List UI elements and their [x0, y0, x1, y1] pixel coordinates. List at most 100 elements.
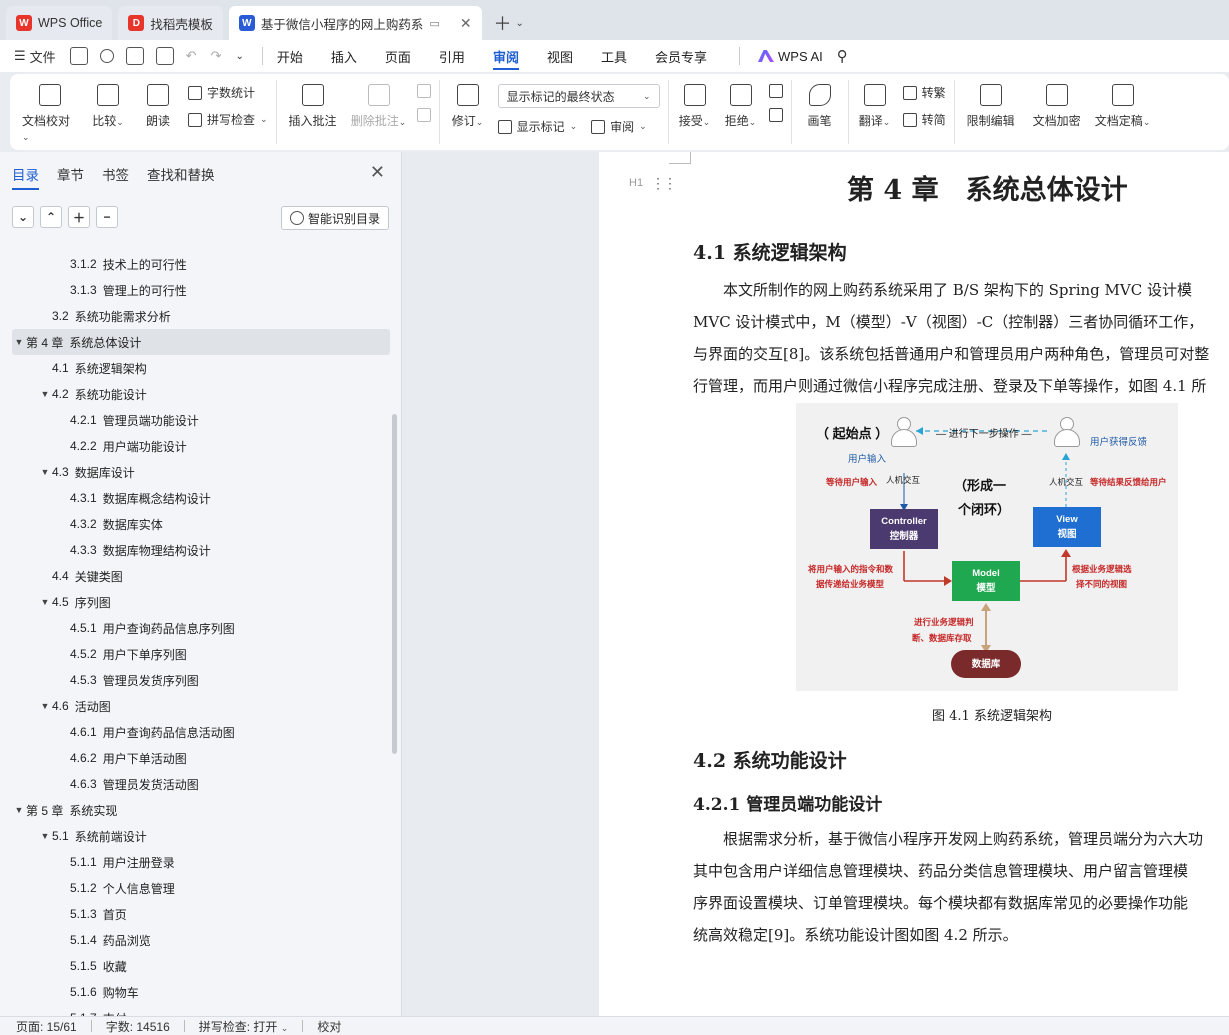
tab-home[interactable]: 开始	[277, 40, 303, 72]
word-count-button[interactable]: 字数统计	[188, 84, 268, 101]
tab-page[interactable]: 页面	[385, 40, 411, 72]
controller-node[interactable]: Controller 控制器	[870, 509, 938, 549]
model-node[interactable]: Model 模型	[952, 561, 1020, 601]
prev-change-button[interactable]	[768, 84, 783, 98]
tab-document[interactable]: W 基于微信小程序的网上购药系 ▭ ✕	[228, 6, 482, 40]
toc-item[interactable]: 4.3.2 数据库实体	[12, 511, 390, 537]
toc-item[interactable]: 4.2.1 管理员端功能设计	[12, 407, 390, 433]
page-indicator[interactable]: 页面: 15/61	[16, 1018, 77, 1035]
toc-item[interactable]: 5.1.4 药品浏览	[12, 927, 390, 953]
toc-item[interactable]: 5.1.1 用户注册登录	[12, 849, 390, 875]
toc-item[interactable]: ▼ 4.3 数据库设计	[12, 459, 390, 485]
tab-member[interactable]: 会员专享	[655, 40, 707, 72]
toc-item[interactable]: 4.6.2 用户下单活动图	[12, 745, 390, 771]
plus-icon[interactable]: ＋	[68, 206, 90, 228]
print-preview-icon[interactable]	[155, 47, 174, 65]
prev-comment-button[interactable]	[416, 84, 431, 98]
document-page[interactable]: H1 ⋮⋮ 第 4 章 系统总体设计 4.1 系统逻辑架构 本文所制作的网上购药…	[599, 152, 1229, 1016]
toc-item[interactable]: 3.2 系统功能需求分析	[12, 303, 390, 329]
spell-check-indicator[interactable]: 拼写检查: 打开 ⌄	[199, 1018, 289, 1035]
toc-item[interactable]: 5.1.5 收藏	[12, 953, 390, 979]
encrypt-button[interactable]: 文档加密	[1029, 80, 1085, 129]
doc-check-button[interactable]: 文档校对 ⌄	[22, 80, 78, 143]
expand-triangle-icon[interactable]: ▼	[38, 701, 52, 711]
share-icon[interactable]	[99, 49, 114, 63]
toc-item[interactable]: 5.1.6 购物车	[12, 979, 390, 1005]
database-node[interactable]: 数据库	[951, 650, 1021, 678]
toc-item[interactable]: 4.4 关键类图	[12, 563, 390, 589]
insert-comment-button[interactable]: 插入批注	[285, 80, 341, 129]
compare-button[interactable]: 比较⌄	[88, 80, 128, 129]
document-canvas[interactable]: H1 ⋮⋮ 第 4 章 系统总体设计 4.1 系统逻辑架构 本文所制作的网上购药…	[403, 152, 1229, 1016]
reject-button[interactable]: 拒绝⌄	[723, 80, 759, 129]
expand-triangle-icon[interactable]: ▼	[12, 805, 26, 815]
wps-ai-button[interactable]: WPS AI	[758, 49, 823, 64]
smart-toc-button[interactable]: 智能识别目录	[280, 206, 389, 230]
toc-item[interactable]: 4.6.3 管理员发货活动图	[12, 771, 390, 797]
to-simplified-button[interactable]: 转简	[902, 111, 946, 128]
revise-button[interactable]: 修订⌄	[448, 80, 488, 129]
chevron-down-icon[interactable]: ⌄	[235, 51, 243, 62]
minus-icon[interactable]: −	[96, 206, 118, 228]
chevron-down-icon[interactable]: ⌄	[12, 206, 34, 228]
drag-handle-icon[interactable]: ⋮⋮	[651, 176, 677, 192]
toc-item[interactable]: 3.1.3 管理上的可行性	[12, 277, 390, 303]
chevron-up-icon[interactable]: ⌃	[40, 206, 62, 228]
redo-icon[interactable]: ↷	[211, 48, 222, 64]
figure-logic-architecture[interactable]: （ 起始点 ） — 进行下一步操作 — 用户获得反馈 用户输入 等待用户输入 人…	[796, 403, 1178, 691]
tab-reference[interactable]: 引用	[439, 40, 465, 72]
word-count-indicator[interactable]: 字数: 14516	[106, 1018, 170, 1035]
show-markup-button[interactable]: 显示标记 ⌄	[497, 118, 577, 135]
view-node[interactable]: View 视图	[1033, 507, 1101, 547]
heading-marker-icon[interactable]: H1	[629, 177, 643, 189]
delete-comment-button[interactable]: 删除批注⌄	[351, 80, 407, 129]
file-menu[interactable]: ☰ 文件	[14, 47, 56, 66]
toc-item[interactable]: 4.6.1 用户查询药品信息活动图	[12, 719, 390, 745]
undo-icon[interactable]: ↶	[186, 48, 197, 64]
expand-triangle-icon[interactable]: ▼	[38, 389, 52, 399]
toc-item[interactable]: 5.1.3 首页	[12, 901, 390, 927]
tab-chapter[interactable]: 章节	[57, 164, 84, 184]
toc-item[interactable]: ▼ 第 5 章系统实现	[12, 797, 390, 823]
search-icon[interactable]: ⚲	[837, 47, 848, 65]
toc-item[interactable]: ▼ 5.1 系统前端设计	[12, 823, 390, 849]
close-icon[interactable]: ✕	[370, 162, 385, 183]
toc-item[interactable]: 4.2.2 用户端功能设计	[12, 433, 390, 459]
chevron-down-icon[interactable]: ⌄	[516, 18, 524, 29]
pen-button[interactable]: 画笔	[800, 80, 840, 129]
save-icon[interactable]	[69, 47, 88, 65]
tab-review[interactable]: 审阅	[492, 40, 519, 72]
expand-triangle-icon[interactable]: ▼	[38, 467, 52, 477]
toc-item[interactable]: 4.5.3 管理员发货序列图	[12, 667, 390, 693]
accept-button[interactable]: 接受⌄	[677, 80, 713, 129]
tab-toc[interactable]: 目录	[12, 164, 39, 190]
expand-triangle-icon[interactable]: ▼	[12, 337, 26, 347]
new-tab-button[interactable]: ＋ ⌄	[488, 6, 530, 40]
toc-item[interactable]: ▼ 4.6 活动图	[12, 693, 390, 719]
toc-item[interactable]: 4.5.1 用户查询药品信息序列图	[12, 615, 390, 641]
toc-item[interactable]: 5.1.7支付	[12, 1005, 390, 1016]
to-traditional-button[interactable]: 转繁	[902, 84, 946, 101]
toc-item[interactable]: 5.1.2 个人信息管理	[12, 875, 390, 901]
tab-find-replace[interactable]: 查找和替换	[147, 164, 215, 184]
markup-view-select[interactable]: 显示标记的最终状态 ⌄	[497, 84, 660, 108]
tab-tools[interactable]: 工具	[601, 40, 627, 72]
toc-item[interactable]: 4.1 系统逻辑架构	[12, 355, 390, 381]
finalize-button[interactable]: 文档定稿⌄	[1095, 80, 1151, 129]
next-change-button[interactable]	[768, 108, 783, 122]
restrict-edit-button[interactable]: 限制编辑	[963, 80, 1019, 129]
toc-item[interactable]: ▼ 4.5 序列图	[12, 589, 390, 615]
expand-triangle-icon[interactable]: ▼	[38, 831, 52, 841]
spell-check-button[interactable]: 拼写检查 ⌄	[188, 111, 268, 128]
translate-button[interactable]: 翻译⌄	[857, 80, 893, 129]
tab-bookmark[interactable]: 书签	[102, 164, 129, 184]
toc-item[interactable]: 4.5.2 用户下单序列图	[12, 641, 390, 667]
read-aloud-button[interactable]: 朗读	[138, 80, 178, 129]
toc-item[interactable]: ▼ 第 4 章系统总体设计	[12, 329, 390, 355]
tab-docer[interactable]: D 找稻壳模板	[118, 6, 223, 40]
print-icon[interactable]	[125, 47, 144, 65]
toc-item[interactable]: 4.3.1 数据库概念结构设计	[12, 485, 390, 511]
toc-item[interactable]: 3.1.2 技术上的可行性	[12, 251, 390, 277]
toc-item[interactable]: 4.3.3 数据库物理结构设计	[12, 537, 390, 563]
toc-item[interactable]: ▼ 4.2 系统功能设计	[12, 381, 390, 407]
